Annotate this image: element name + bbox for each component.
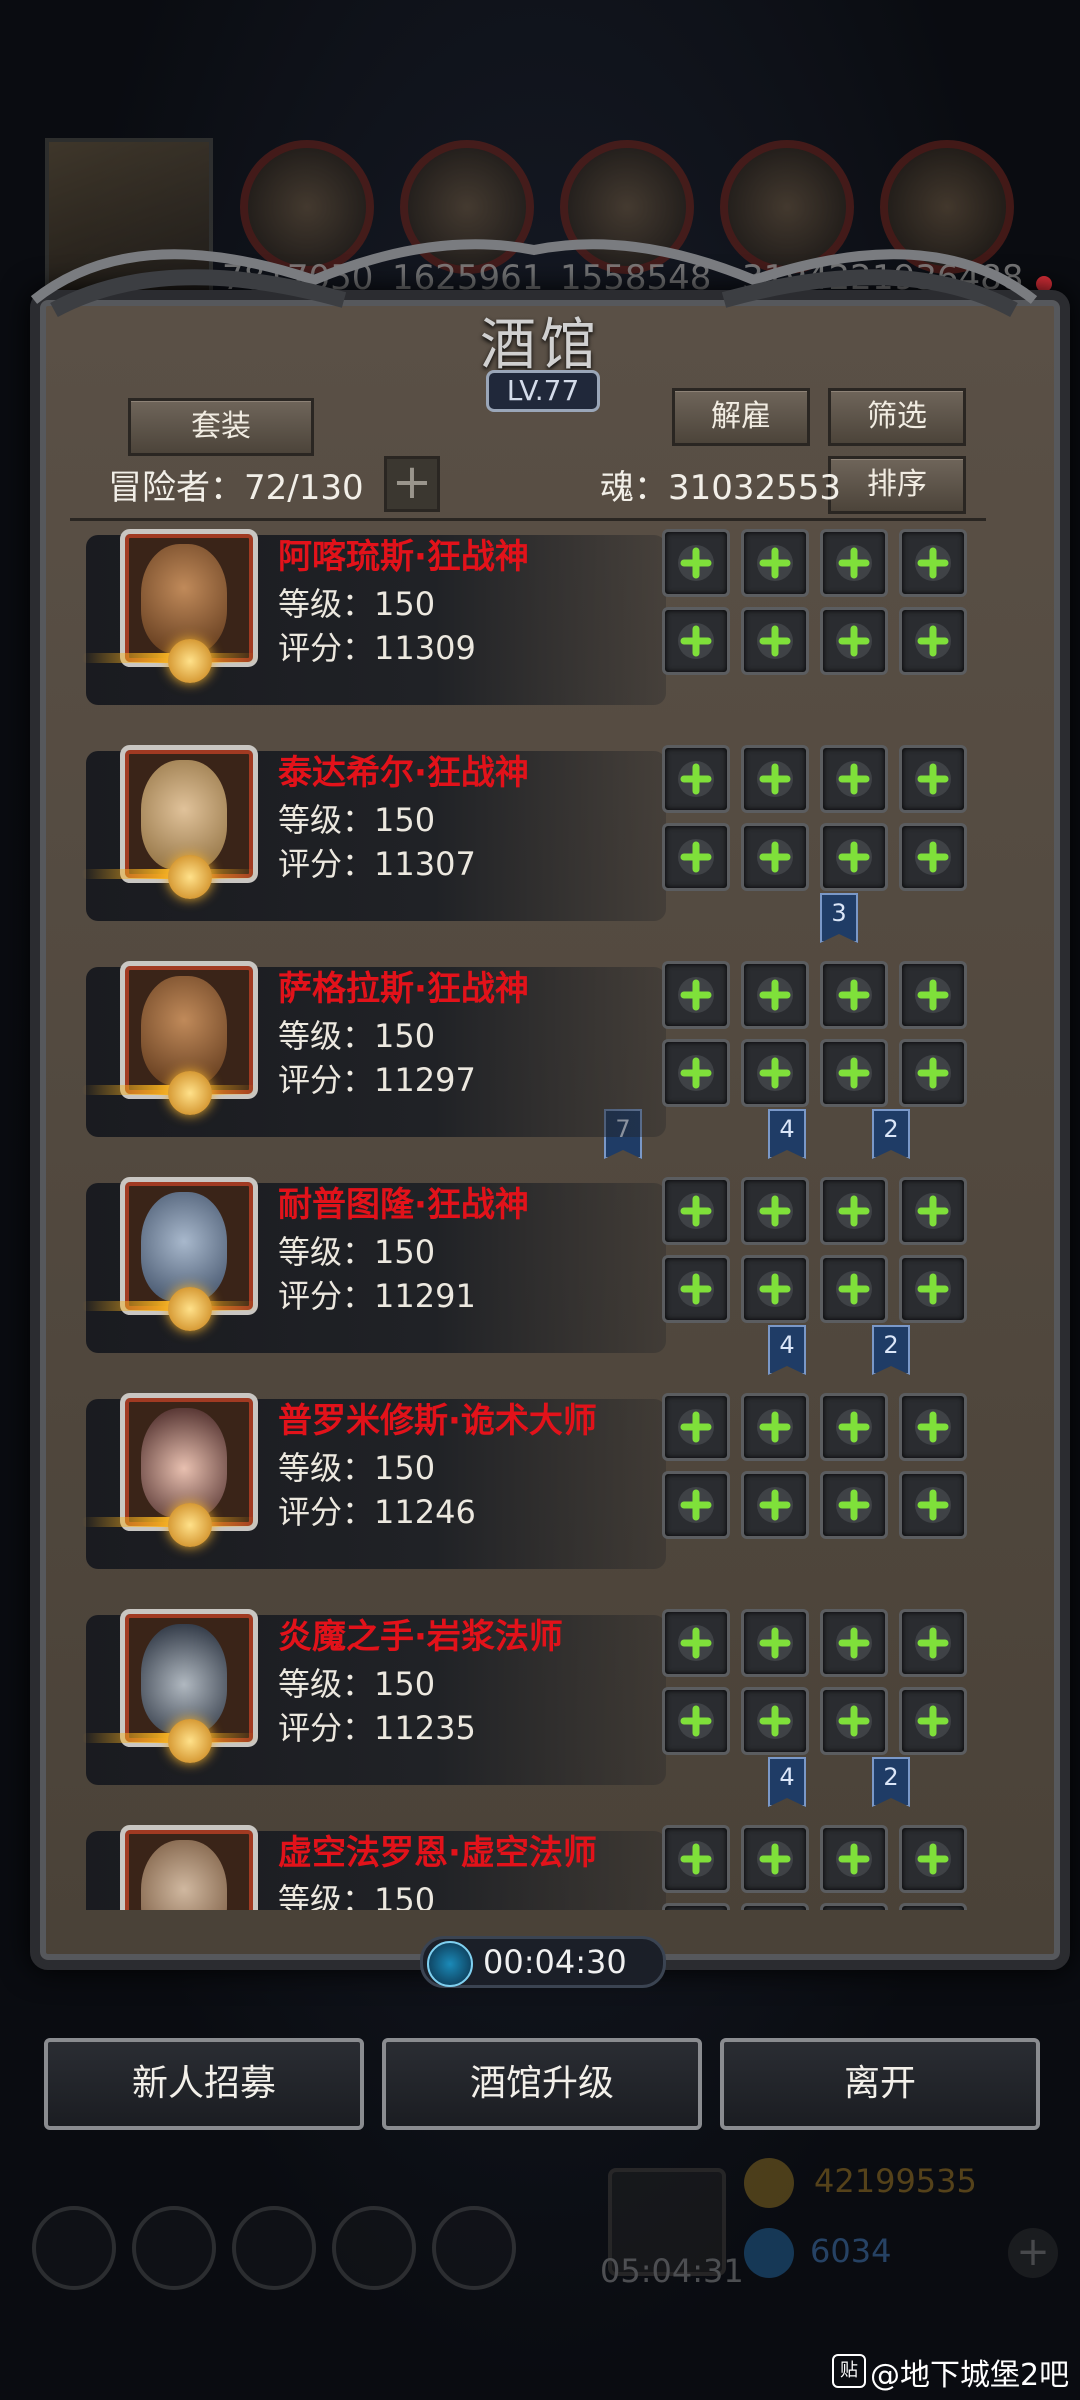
gold-amount: 42199535: [814, 2162, 977, 2200]
watermark: @地下城堡2吧: [870, 2358, 1070, 2393]
add-icon[interactable]: +: [1008, 2228, 1058, 2278]
skull-icon[interactable]: [432, 2206, 516, 2290]
shop-icon[interactable]: [232, 2206, 316, 2290]
star-icon[interactable]: [132, 2206, 216, 2290]
gift-timer: 05:04:31: [600, 2252, 744, 2290]
gear-icon[interactable]: [32, 2206, 116, 2290]
bottom-hud: 05:04:31 42199535 6034 +: [0, 0, 1080, 2400]
gem-amount: 6034: [810, 2232, 892, 2270]
tieba-logo-icon: 贴: [832, 2354, 866, 2388]
gold-icon: [744, 2158, 794, 2208]
gem-icon: [744, 2228, 794, 2278]
mail-icon[interactable]: [332, 2206, 416, 2290]
